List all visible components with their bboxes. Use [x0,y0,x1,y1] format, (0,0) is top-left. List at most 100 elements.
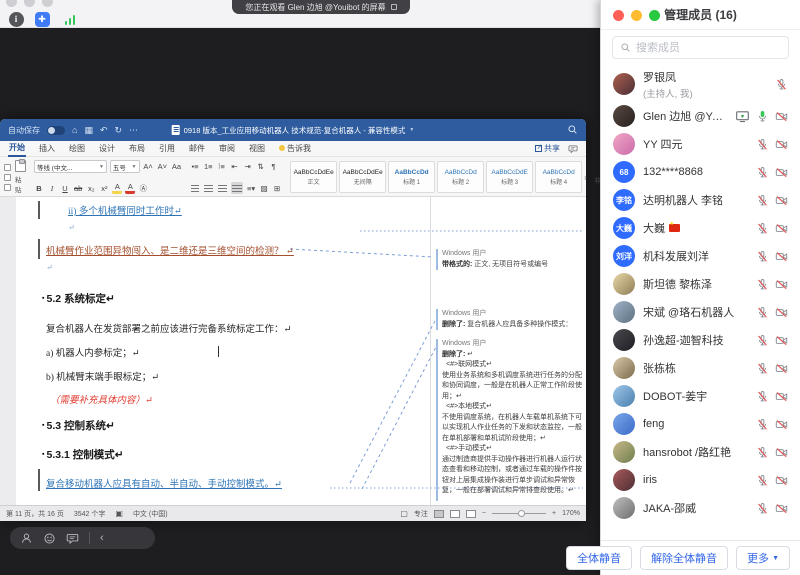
participants-icon[interactable] [20,532,33,545]
zoom-percent[interactable]: 170% [562,510,580,517]
mic-muted-icon[interactable] [756,222,769,235]
member-row[interactable]: DOBOT-姜宇 [601,382,800,410]
enclose-characters-button[interactable]: Ⓐ [138,182,148,194]
collapse-toolbar-icon[interactable]: ‹ [100,532,104,544]
copy-icon[interactable] [4,174,11,181]
window-minimize-button[interactable] [24,0,35,7]
camera-muted-icon[interactable] [775,502,788,515]
bold-button[interactable]: B [34,182,44,194]
camera-muted-icon[interactable] [775,110,788,123]
chat-icon[interactable] [66,532,79,545]
mic-muted-icon[interactable] [756,390,769,403]
camera-muted-icon[interactable] [775,334,788,347]
style-no-spacing[interactable]: AaBbCcDdEe无间隔 [339,161,386,193]
camera-muted-icon[interactable] [775,278,788,291]
style-normal[interactable]: AaBbCcDdEe正文 [290,161,337,193]
line-spacing-button[interactable]: ≡▾ [246,182,256,194]
member-row[interactable]: iris [601,466,800,494]
mic-muted-icon[interactable] [756,418,769,431]
camera-muted-icon[interactable] [775,222,788,235]
mute-all-button[interactable]: 全体静音 [566,546,632,570]
member-row[interactable]: 68 132****8868 [601,158,800,186]
sort-button[interactable]: ⇅ [256,160,266,172]
decrease-indent-button[interactable]: ⇤ [230,160,240,172]
font-size-select[interactable]: 五号▼ [110,160,140,173]
document-canvas[interactable]: ii) 多个机械臂同时工作时↵ ↵ 机械臂作业范围异物闯入、是二维还是三维空间的… [0,197,586,505]
highlight-color-button[interactable]: A [112,182,122,194]
member-row[interactable]: 孙逸超-迦智科技 [601,326,800,354]
redo-icon[interactable]: ↻ [115,126,123,135]
home-icon[interactable]: ⌂ [72,126,77,135]
mic-muted-icon[interactable] [775,78,788,91]
style-heading3[interactable]: AaBbCcDdE标题 3 [486,161,533,193]
share-button[interactable]: 共享 [535,143,560,154]
style-heading2[interactable]: AaBbCcDd标题 2 [437,161,484,193]
numbering-button[interactable]: 1≡ [203,160,214,172]
title-chevron-icon[interactable]: ▼ [409,127,414,133]
member-row[interactable]: 张栋栋 [601,354,800,382]
autosave-toggle[interactable] [47,126,65,135]
camera-muted-icon[interactable] [775,362,788,375]
camera-muted-icon[interactable] [775,138,788,151]
tab-view[interactable]: 视图 [248,141,266,156]
tab-references[interactable]: 引用 [158,141,176,156]
camera-muted-icon[interactable] [775,250,788,263]
cut-icon[interactable] [4,164,11,171]
panel-close-button[interactable] [613,10,624,21]
member-row[interactable]: 斯坦德 黎栋泽 [601,270,800,298]
meeting-security-shield-icon[interactable]: ✚ [34,11,50,27]
borders-button[interactable]: ⊞ [272,182,282,194]
camera-muted-icon[interactable] [775,390,788,403]
window-close-button[interactable] [6,0,17,7]
unmute-all-button[interactable]: 解除全体静音 [640,546,728,570]
member-search-input[interactable] [636,42,781,54]
member-list[interactable]: 罗银凤 (主持人, 我) Glen 边旭 @Youibot YY 四元 [601,66,800,540]
mic-on-icon[interactable] [756,110,769,123]
multilevel-list-button[interactable]: ⁝≡ [217,160,227,172]
tab-draw[interactable]: 绘图 [68,141,86,156]
mic-muted-icon[interactable] [756,502,769,515]
styles-more-icon[interactable]: › [584,173,587,182]
network-signal-icon[interactable] [62,11,78,27]
member-row[interactable]: 李铭 达明机器人 李铭 [601,186,800,214]
camera-muted-icon[interactable] [775,418,788,431]
meeting-info-icon[interactable]: i [8,11,24,27]
mic-muted-icon[interactable] [756,166,769,179]
focus-checkbox[interactable]: ▢ [400,509,408,518]
save-icon[interactable]: ▦ [84,126,93,135]
paste-button[interactable]: 粘贴 [15,160,26,194]
tab-review[interactable]: 审阅 [218,141,236,156]
grow-font-button[interactable]: A˄ [143,161,154,173]
subscript-button[interactable]: x₂ [86,182,96,194]
tab-insert[interactable]: 插入 [38,141,56,156]
revision-formatted[interactable]: Windows 用户 带格式的: 正文, 无项目符号或编号 [436,249,584,270]
superscript-button[interactable]: x² [99,182,109,194]
mic-muted-icon[interactable] [756,278,769,291]
member-search-box[interactable] [612,36,789,59]
mic-muted-icon[interactable] [756,446,769,459]
style-heading1[interactable]: AaBbCcDd标题 1 [388,161,435,193]
emoji-reaction-icon[interactable] [43,532,56,545]
panel-zoom-button[interactable] [649,10,660,21]
language-indicator[interactable]: 中文 (中国) [133,509,168,519]
page-indicator[interactable]: 第 11 页，共 16 页 [6,509,64,519]
camera-muted-icon[interactable] [775,446,788,459]
mic-muted-icon[interactable] [756,306,769,319]
zoom-in-icon[interactable]: + [552,510,556,517]
more-button[interactable]: 更多▼ [736,546,790,570]
member-row[interactable]: YY 四元 [601,130,800,158]
tab-design[interactable]: 设计 [98,141,116,156]
camera-muted-icon[interactable] [775,166,788,179]
bullets-button[interactable]: •≡ [190,160,200,172]
shading-button[interactable]: ▨ [259,182,269,194]
revision-deleted-1[interactable]: Windows 用户 删除了: 复合机器人应具备多种操作模式： [436,309,584,330]
outline-view-icon[interactable] [466,510,476,518]
member-row-presenter[interactable]: Glen 边旭 @Youibot [601,102,800,130]
camera-muted-icon[interactable] [775,194,788,207]
tab-tell-me[interactable]: 告诉我 [278,141,312,156]
mic-muted-icon[interactable] [756,194,769,207]
align-right-button[interactable] [217,182,228,194]
banner-expand-icon[interactable] [391,4,397,10]
comments-icon[interactable] [568,144,578,154]
revision-deleted-2[interactable]: Windows 用户 删除了: ↵ <#>联网模式↵ 使用业务系统和多机调度系统… [436,339,584,501]
